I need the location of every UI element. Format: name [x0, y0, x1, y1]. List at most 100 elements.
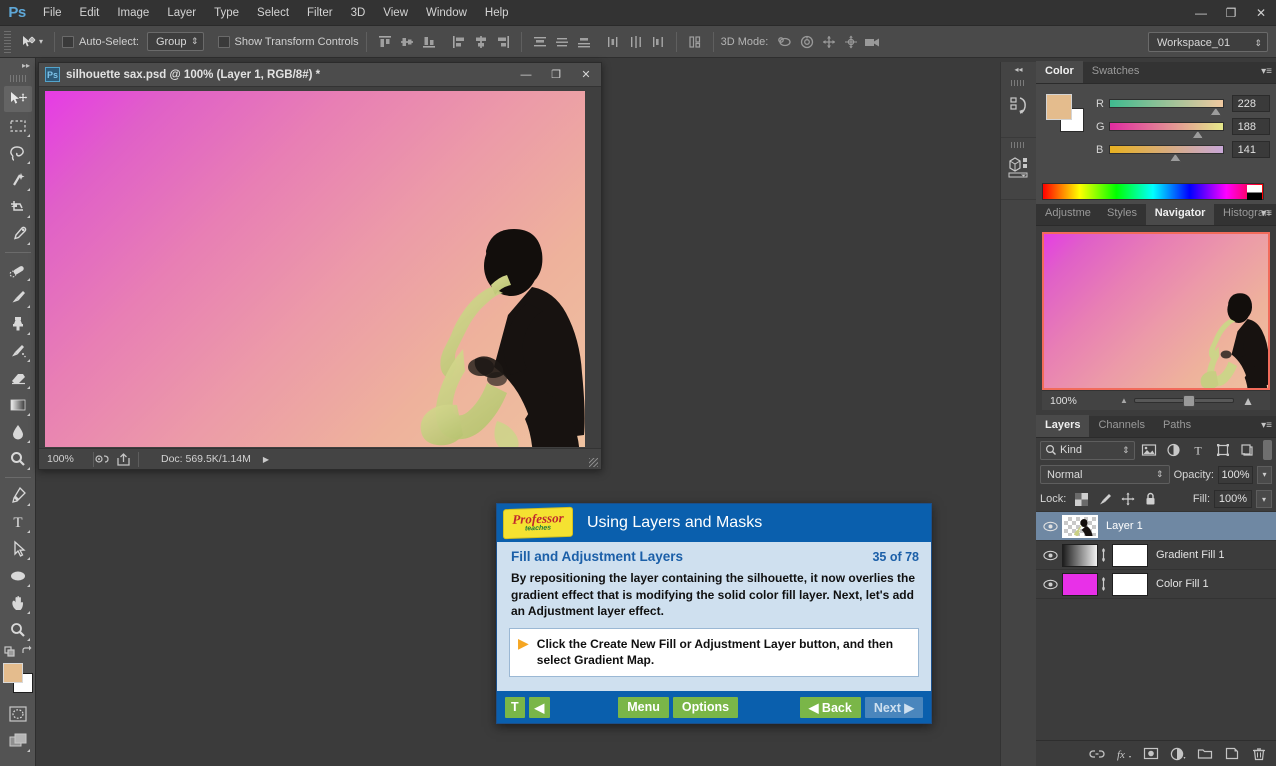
distribute-vertical-centers-button[interactable]	[551, 31, 573, 53]
3d-rotate-icon[interactable]	[774, 31, 796, 53]
toolbar-collapse-icon[interactable]: ▸▸	[0, 58, 35, 72]
align-bottom-edges-button[interactable]	[418, 31, 440, 53]
layer-mask-link-icon[interactable]	[1098, 577, 1112, 591]
link-layers-icon[interactable]	[1086, 743, 1108, 765]
distribute-horizontal-centers-button[interactable]	[625, 31, 647, 53]
layer-name[interactable]: Gradient Fill 1	[1156, 549, 1224, 561]
document-resize-grip[interactable]	[589, 458, 598, 467]
channel-slider-g[interactable]	[1109, 122, 1223, 131]
layer-mask-thumbnail[interactable]	[1112, 544, 1148, 567]
tool-gradient[interactable]	[4, 392, 32, 418]
layer-visibility-toggle[interactable]	[1038, 579, 1062, 590]
tool-pen[interactable]	[4, 482, 32, 508]
color-spectrum-ramp[interactable]	[1042, 183, 1264, 200]
share-icon[interactable]	[116, 453, 138, 466]
spectrum-black-white-picker[interactable]	[1247, 185, 1262, 200]
status-expand-arrow-icon[interactable]: ▶	[263, 455, 269, 464]
distribute-top-edges-button[interactable]	[529, 31, 551, 53]
foreground-color-swatch[interactable]	[3, 663, 23, 683]
tab-swatches[interactable]: Swatches	[1083, 61, 1149, 83]
table-row[interactable]: Layer 1	[1036, 512, 1276, 541]
channel-slider-r[interactable]	[1109, 99, 1223, 108]
align-vertical-centers-button[interactable]	[396, 31, 418, 53]
menu-file[interactable]: File	[34, 3, 71, 23]
tutorial-menu-button[interactable]: Menu	[618, 697, 669, 718]
distribute-right-edges-button[interactable]	[647, 31, 669, 53]
mini-dock-grip-1[interactable]	[1011, 80, 1026, 86]
zoom-in-icon[interactable]: ▲	[1242, 394, 1254, 408]
color-panel-foreground-swatch[interactable]	[1046, 94, 1072, 120]
3d-pan-icon[interactable]	[818, 31, 840, 53]
menu-3d[interactable]: 3D	[342, 3, 375, 23]
lock-position-icon[interactable]	[1118, 490, 1137, 508]
show-transform-checkbox[interactable]	[218, 36, 230, 48]
tab-adjustments[interactable]: Adjustme	[1036, 203, 1098, 225]
move-tool-preset[interactable]: ▾	[16, 32, 47, 52]
tool-clone-stamp[interactable]	[4, 311, 32, 337]
menu-select[interactable]: Select	[248, 3, 298, 23]
layer-visibility-toggle[interactable]	[1038, 550, 1062, 561]
layer-mask-thumbnail[interactable]	[1112, 573, 1148, 596]
canvas[interactable]	[45, 91, 585, 447]
menu-filter[interactable]: Filter	[298, 3, 342, 23]
tab-paths[interactable]: Paths	[1154, 415, 1200, 437]
layer-filter-toggle[interactable]	[1263, 440, 1272, 460]
tab-layers[interactable]: Layers	[1036, 415, 1089, 437]
layers-panel-menu-icon[interactable]: ▾≡	[1261, 420, 1272, 431]
table-row[interactable]: Color Fill 1	[1036, 570, 1276, 599]
tool-quick-mask[interactable]	[4, 701, 32, 727]
channel-thumb-b[interactable]	[1170, 154, 1181, 162]
channel-value-r[interactable]: 228	[1232, 95, 1270, 112]
tool-dodge[interactable]	[4, 446, 32, 472]
tool-rectangular-marquee[interactable]	[4, 113, 32, 139]
auto-select-scope-dropdown[interactable]: Group	[147, 32, 204, 51]
color-panel-menu-icon[interactable]: ▾≡	[1261, 66, 1272, 77]
tool-crop[interactable]	[4, 194, 32, 220]
opacity-value[interactable]: 100%	[1218, 466, 1253, 484]
tool-ellipse-shape[interactable]	[4, 563, 32, 589]
tool-move[interactable]	[4, 86, 32, 112]
lock-transparent-pixels-icon[interactable]	[1072, 490, 1091, 508]
layer-thumbnail[interactable]	[1062, 573, 1098, 596]
color-swatches[interactable]	[3, 663, 33, 693]
layer-mask-link-icon[interactable]	[1098, 548, 1112, 562]
3d-slide-icon[interactable]	[840, 31, 862, 53]
tool-path-selection[interactable]	[4, 536, 32, 562]
3d-camera-icon[interactable]	[862, 31, 884, 53]
menu-view[interactable]: View	[374, 3, 417, 23]
tool-history-brush[interactable]	[4, 338, 32, 364]
align-horizontal-centers-button[interactable]	[470, 31, 492, 53]
filter-smart-objects-icon[interactable]	[1236, 440, 1258, 460]
menu-image[interactable]: Image	[108, 3, 158, 23]
document-maximize-button[interactable]: ❐	[541, 63, 571, 87]
document-zoom-level[interactable]: 100%	[39, 453, 93, 465]
filter-type-layers-icon[interactable]: T	[1187, 440, 1209, 460]
close-button[interactable]: ✕	[1246, 0, 1276, 26]
layer-name[interactable]: Layer 1	[1106, 520, 1143, 532]
minimize-button[interactable]: —	[1186, 0, 1216, 26]
mini-dock-history-cell[interactable]	[1001, 76, 1036, 138]
create-new-fill-or-adjustment-layer-icon[interactable]	[1167, 743, 1189, 765]
tool-screen-mode[interactable]	[4, 728, 32, 754]
distribute-bottom-edges-button[interactable]	[573, 31, 595, 53]
channel-slider-b[interactable]	[1109, 145, 1223, 154]
tutorial-next-button[interactable]: Next ▶	[865, 697, 923, 718]
navigator-zoom-thumb[interactable]	[1183, 395, 1195, 407]
tool-eyedropper[interactable]	[4, 221, 32, 247]
tab-navigator[interactable]: Navigator	[1146, 203, 1214, 225]
tutorial-back-button[interactable]: ◀ Back	[800, 697, 861, 718]
navigator-zoom-slider[interactable]: ▲ ▲	[1096, 391, 1270, 411]
fill-value[interactable]: 100%	[1214, 490, 1252, 508]
create-new-layer-icon[interactable]	[1221, 743, 1243, 765]
menu-window[interactable]: Window	[417, 3, 476, 23]
tool-type[interactable]: T	[4, 509, 32, 535]
filter-shape-layers-icon[interactable]	[1212, 440, 1234, 460]
toolbar-grip[interactable]	[10, 75, 26, 82]
auto-select-checkbox[interactable]	[62, 36, 74, 48]
mini-dock-3d-cell[interactable]	[1001, 138, 1036, 200]
preview-settings-icon[interactable]	[94, 453, 116, 465]
menu-type[interactable]: Type	[205, 3, 248, 23]
tool-zoom[interactable]	[4, 617, 32, 643]
channel-value-b[interactable]: 141	[1232, 141, 1270, 158]
filter-pixel-layers-icon[interactable]	[1138, 440, 1160, 460]
